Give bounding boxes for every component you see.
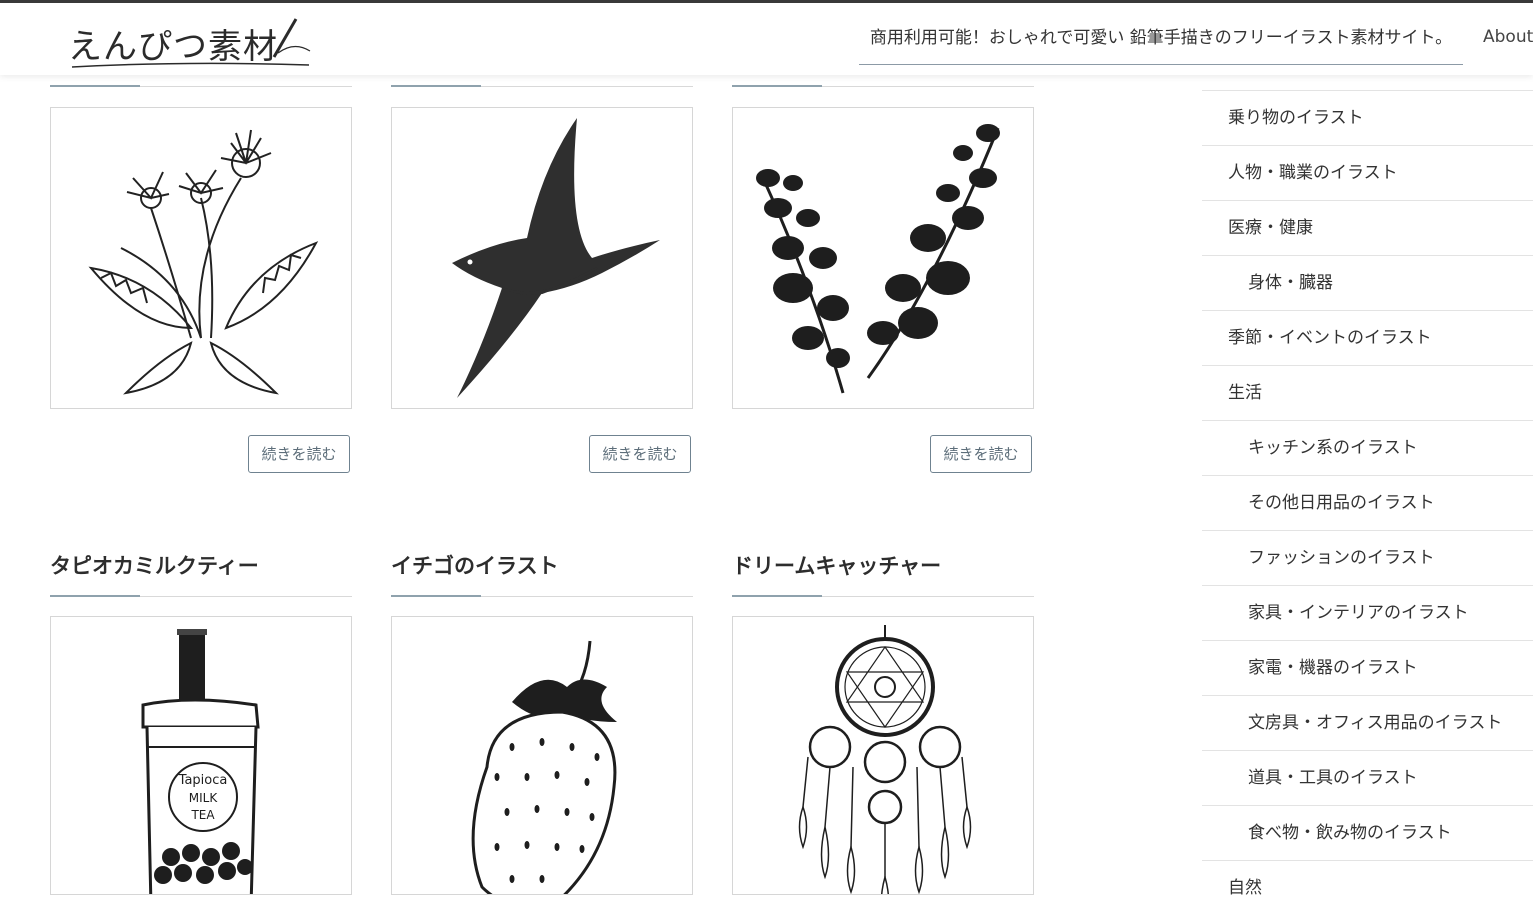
sidebar-item-kitchen[interactable]: キッチン系のイラスト (1202, 420, 1533, 475)
cup-label-text: TEA (190, 808, 215, 822)
title-accent (732, 595, 822, 597)
sidebar-item-label: 乗り物のイラスト (1228, 108, 1364, 128)
sidebar-item-label: 生活 (1228, 383, 1262, 403)
sidebar-item-daily-goods[interactable]: その他日用品のイラスト (1202, 475, 1533, 530)
swallow-thumbnail[interactable] (391, 107, 693, 409)
sidebar-item-medical[interactable]: 医療・健康 (1202, 200, 1533, 255)
sidebar-item-label: 食べ物・飲み物のイラスト (1248, 823, 1452, 843)
logo-text: えんぴつ素材 (68, 27, 278, 67)
strawberry-illustration (471, 640, 617, 894)
title-accent (391, 595, 481, 597)
site-tagline: 商用利用可能！おしゃれで可愛い 鉛筆手描きのフリーイラスト素材サイト。 (859, 23, 1463, 65)
sidebar-item-appliances[interactable]: 家電・機器のイラスト (1202, 640, 1533, 695)
sidebar-item-label: 医療・健康 (1228, 218, 1313, 238)
title-accent (50, 595, 140, 597)
sidebar-item-label: ファッションのイラスト (1248, 548, 1435, 568)
sidebar-item-food[interactable]: 食べ物・飲み物のイラスト (1202, 805, 1533, 860)
site-logo[interactable]: えんぴつ素材 (64, 13, 314, 73)
sidebar-item-life[interactable]: 生活 (1202, 365, 1533, 420)
sidebar-item-label: その他日用品のイラスト (1248, 493, 1435, 513)
sidebar-item-tools[interactable]: 道具・工具のイラスト (1202, 750, 1533, 805)
cup-label-text: MILK (189, 791, 219, 805)
site-header: えんぴつ素材 商用利用可能！おしゃれで可愛い 鉛筆手描きのフリーイラスト素材サイ… (0, 3, 1533, 75)
dandelion-thumbnail[interactable] (50, 107, 352, 409)
sidebar-item-nature[interactable]: 自然 (1202, 860, 1533, 915)
cup-label-text: Tapioca (178, 773, 228, 788)
post-title[interactable]: タピオカミルクティー (50, 550, 352, 580)
sidebar-item-label: 人物・職業のイラスト (1228, 163, 1398, 183)
title-accent (732, 85, 822, 87)
sidebar-item-label: 自然 (1228, 878, 1262, 898)
title-accent (50, 85, 140, 87)
sidebar-item-people[interactable]: 人物・職業のイラスト (1202, 145, 1533, 200)
sidebar-item-vehicles[interactable]: 乗り物のイラスト (1202, 90, 1533, 145)
sidebar-item-body[interactable]: 身体・臓器 (1202, 255, 1533, 310)
sidebar-item-label: キッチン系のイラスト (1248, 438, 1418, 458)
post-title[interactable]: イチゴのイラスト (391, 550, 693, 580)
read-more-button[interactable]: 続きを読む (248, 435, 350, 473)
read-more-button[interactable]: 続きを読む (589, 435, 691, 473)
sidebar-item-label: 家電・機器のイラスト (1248, 658, 1418, 678)
sidebar-item-seasons[interactable]: 季節・イベントのイラスト (1202, 310, 1533, 365)
dreamcatcher-thumbnail[interactable] (732, 616, 1034, 895)
strawberry-thumbnail[interactable] (391, 616, 693, 895)
nav-about-link[interactable]: About (1483, 27, 1533, 47)
sidebar-item-fashion[interactable]: ファッションのイラスト (1202, 530, 1533, 585)
dreamcatcher-illustration (798, 625, 972, 894)
eucalyptus-illustration (756, 124, 1000, 394)
sidebar-item-label: 季節・イベントのイラスト (1228, 328, 1432, 348)
swallow-illustration (452, 118, 660, 398)
title-accent (391, 85, 481, 87)
sidebar-item-label: 家具・インテリアのイラスト (1248, 603, 1469, 623)
sidebar-item-label: 身体・臓器 (1248, 273, 1333, 293)
dandelion-illustration (88, 129, 319, 395)
post-title[interactable]: ドリームキャッチャー (732, 550, 1034, 580)
sidebar-item-label: 文房具・オフィス用品のイラスト (1248, 713, 1503, 733)
tapioca-milk-tea-illustration: Tapioca MILK TEA (141, 629, 260, 894)
sidebar-item-furniture[interactable]: 家具・インテリアのイラスト (1202, 585, 1533, 640)
tapioca-thumbnail[interactable]: Tapioca MILK TEA (50, 616, 352, 895)
sidebar-item-label: 道具・工具のイラスト (1248, 768, 1418, 788)
read-more-button[interactable]: 続きを読む (930, 435, 1032, 473)
eucalyptus-thumbnail[interactable] (732, 107, 1034, 409)
sidebar-item-stationery[interactable]: 文房具・オフィス用品のイラスト (1202, 695, 1533, 750)
